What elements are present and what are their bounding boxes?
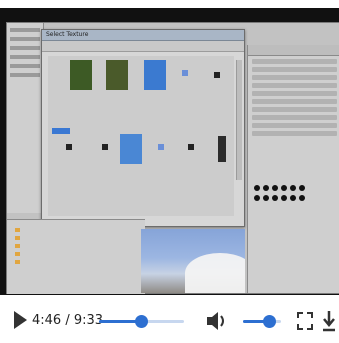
inspector-panel	[247, 45, 339, 293]
hierarchy-line	[10, 55, 40, 59]
volume-handle[interactable]	[263, 315, 277, 328]
inspector-row	[252, 75, 337, 80]
folder-icon	[15, 236, 20, 240]
window-scrollbar[interactable]	[236, 60, 242, 180]
brush-swatch	[281, 185, 287, 191]
inspector-row	[252, 123, 337, 128]
texture-thumbnail	[218, 136, 226, 162]
inspector-row	[252, 107, 337, 112]
brush-swatch	[299, 195, 305, 201]
inspector-row	[252, 59, 337, 64]
time-separator: /	[65, 313, 74, 328]
texture-thumbnail	[214, 72, 220, 78]
brush-swatch	[281, 195, 287, 201]
editor-screenshot: Select Texture	[6, 22, 339, 294]
inspector-row	[252, 115, 337, 120]
brush-swatch	[290, 185, 296, 191]
window-titlebar: Select Texture	[42, 30, 244, 41]
brush-swatch	[272, 195, 278, 201]
texture-thumbnail	[66, 144, 72, 150]
volume-slider[interactable]	[243, 315, 281, 328]
texture-thumbnail	[144, 60, 166, 90]
brush-swatch	[254, 185, 260, 191]
player-controls: 4:46 / 9:33	[0, 300, 339, 343]
current-time: 4:46	[32, 313, 62, 328]
selected-thumbnail	[52, 128, 70, 134]
window-toolbar	[42, 41, 244, 52]
scene-preview	[141, 229, 245, 293]
inspector-row	[252, 131, 337, 136]
project-panel	[7, 219, 145, 294]
video-player: Select Texture 4:46 / 9:33	[0, 0, 339, 343]
hierarchy-line	[10, 28, 40, 32]
scene-cloud	[185, 253, 245, 293]
video-frame[interactable]: Select Texture	[0, 8, 339, 295]
brush-swatch	[263, 185, 269, 191]
play-icon[interactable]	[14, 311, 27, 329]
brush-swatch	[290, 195, 296, 201]
brush-swatches	[254, 185, 336, 215]
hierarchy-line	[10, 73, 40, 77]
brush-swatch	[299, 185, 305, 191]
brush-swatch	[263, 195, 269, 201]
texture-thumbnail	[120, 134, 142, 164]
brush-swatch	[272, 185, 278, 191]
folder-icon	[15, 244, 20, 248]
folder-icon	[15, 260, 20, 264]
texture-thumbnail	[182, 70, 188, 76]
inspector-header	[248, 45, 339, 56]
brush-swatch	[254, 195, 260, 201]
asset-grid	[48, 56, 234, 216]
texture-thumbnail	[102, 144, 108, 150]
fullscreen-icon[interactable]	[297, 312, 313, 330]
folder-icon	[15, 228, 20, 232]
hierarchy-line	[10, 37, 40, 41]
texture-thumbnail	[70, 60, 92, 90]
download-icon[interactable]	[322, 310, 336, 332]
hierarchy-line	[10, 64, 40, 68]
seek-bar[interactable]	[99, 315, 184, 328]
hierarchy-panel	[7, 23, 44, 213]
inspector-row	[252, 67, 337, 72]
asset-picker-window: Select Texture	[41, 29, 245, 227]
inspector-row	[252, 91, 337, 96]
inspector-row	[252, 83, 337, 88]
hierarchy-line	[10, 46, 40, 50]
texture-thumbnail	[188, 144, 194, 150]
folder-icon	[15, 252, 20, 256]
volume-icon[interactable]	[205, 309, 227, 333]
inspector-row	[252, 99, 337, 104]
window-title: Select Texture	[46, 31, 89, 38]
time-display: 4:46 / 9:33	[32, 313, 103, 328]
seek-handle[interactable]	[135, 315, 148, 328]
texture-thumbnail	[106, 60, 128, 90]
texture-thumbnail	[158, 144, 164, 150]
